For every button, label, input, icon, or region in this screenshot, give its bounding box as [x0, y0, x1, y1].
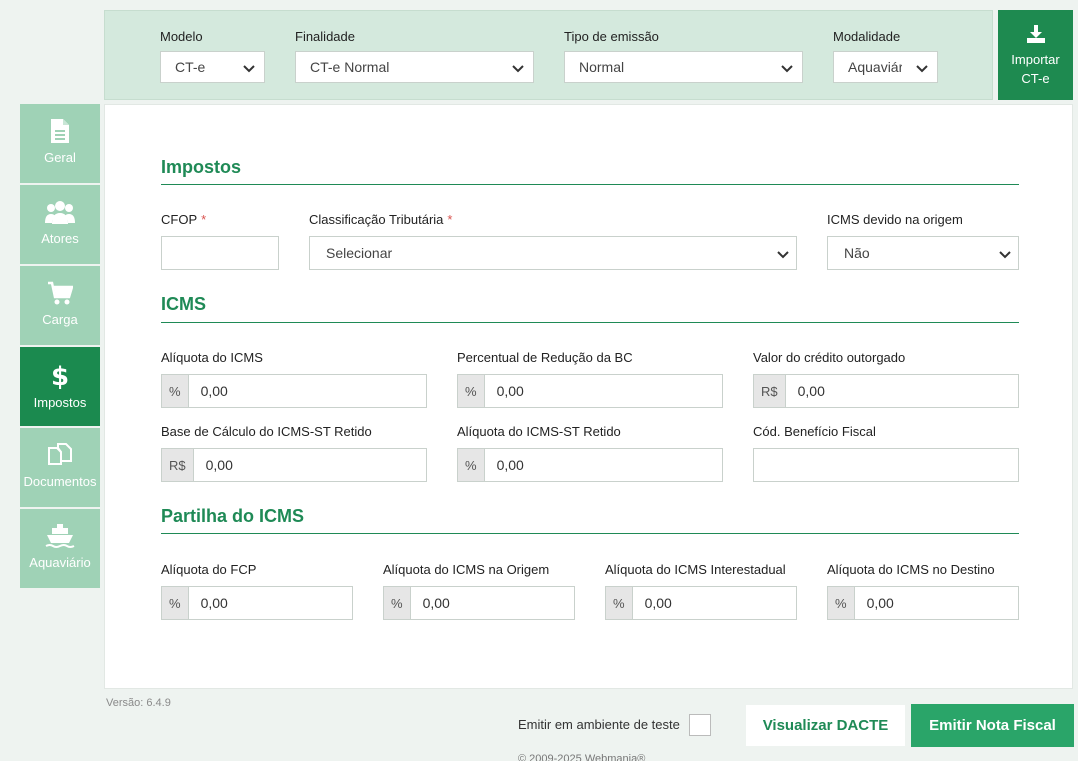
percent-addon: %	[384, 587, 411, 619]
section-divider	[161, 184, 1019, 185]
copyright-text: © 2009-2025 Webmania®	[518, 753, 646, 761]
aliquota-destino-label: Alíquota do ICMS no Destino	[827, 562, 995, 577]
aliquota-origem-label: Alíquota do ICMS na Origem	[383, 562, 550, 577]
copy-documents-icon	[48, 443, 72, 465]
percent-addon: %	[458, 375, 485, 407]
aliquota-fcp-field: Alíquota do FCP % 0,00	[161, 562, 353, 620]
icms-origem-field: ICMS devido na origem Não	[827, 212, 1019, 270]
reducao-bc-label: Percentual de Redução da BC	[457, 350, 633, 365]
aliquota-fcp-input[interactable]: % 0,00	[161, 586, 353, 620]
ship-icon	[45, 524, 75, 548]
chevron-down-icon	[777, 251, 789, 259]
percent-addon: %	[162, 587, 189, 619]
sidebar: Geral Atores Carga $ Impostos Documentos…	[20, 104, 100, 590]
users-icon	[45, 201, 75, 224]
emission-options-bar: Modelo CT-e Finalidade CT-e Normal Tipo …	[104, 10, 993, 100]
credito-outorgado-field: Valor do crédito outorgado R$ 0,00	[753, 350, 1019, 408]
chevron-down-icon	[512, 65, 524, 73]
cfop-field: CFOP *	[161, 212, 279, 270]
sidebar-item-documentos[interactable]: Documentos	[20, 428, 100, 507]
test-environment-label: Emitir em ambiente de teste	[518, 717, 680, 732]
sidebar-item-geral[interactable]: Geral	[20, 104, 100, 183]
emit-invoice-button[interactable]: Emitir Nota Fiscal	[911, 704, 1074, 747]
aliquota-fcp-label: Alíquota do FCP	[161, 562, 257, 577]
cfop-label: CFOP	[161, 212, 198, 227]
taxes-form: Impostos CFOP * Classificação Tributária *…	[104, 104, 1073, 689]
aliquota-st-retido-label: Alíquota do ICMS-ST Retido	[457, 424, 621, 439]
aliquota-origem-input[interactable]: % 0,00	[383, 586, 575, 620]
aliquota-destino-input[interactable]: % 0,00	[827, 586, 1019, 620]
base-st-retido-input[interactable]: R$ 0,00	[161, 448, 427, 482]
modelo-select[interactable]: CT-e	[160, 51, 265, 83]
aliquota-origem-field: Alíquota do ICMS na Origem % 0,00	[383, 562, 575, 620]
aliquota-icms-label: Alíquota do ICMS	[161, 350, 263, 365]
chevron-down-icon	[781, 65, 793, 73]
modalidade-select[interactable]: Aquaviário	[833, 51, 938, 83]
percent-addon: %	[458, 449, 485, 481]
finalidade-field: Finalidade CT-e Normal	[295, 29, 534, 83]
modalidade-field: Modalidade Aquaviário	[833, 29, 938, 83]
section-divider	[161, 322, 1019, 323]
beneficio-fiscal-input[interactable]	[753, 448, 1019, 482]
classificacao-select[interactable]: Selecionar	[309, 236, 797, 270]
icms-origem-label: ICMS devido na origem	[827, 212, 963, 227]
tipo-emissao-label: Tipo de emissão	[564, 29, 659, 44]
percent-addon: %	[828, 587, 855, 619]
view-dacte-button[interactable]: Visualizar DACTE	[745, 704, 906, 747]
download-icon	[1026, 25, 1045, 43]
chevron-down-icon	[243, 65, 255, 73]
beneficio-fiscal-label: Cód. Benefício Fiscal	[753, 424, 876, 439]
section-title-partilha: Partilha do ICMS	[161, 506, 305, 526]
sidebar-item-aquaviario[interactable]: Aquaviário	[20, 509, 100, 588]
base-st-retido-field: Base de Cálculo do ICMS-ST Retido R$ 0,00	[161, 424, 427, 482]
credito-outorgado-label: Valor do crédito outorgado	[753, 350, 906, 365]
classificacao-field: Classificação Tributária * Selecionar	[309, 212, 797, 270]
required-marker: *	[447, 212, 453, 227]
dollar-icon: $	[51, 362, 69, 389]
import-cte-button[interactable]: Importar CT-e	[998, 10, 1073, 100]
aliquota-interestadual-field: Alíquota do ICMS Interestadual % 0,00	[605, 562, 797, 620]
aliquota-st-retido-field: Alíquota do ICMS-ST Retido % 0,00	[457, 424, 723, 482]
aliquota-st-retido-input[interactable]: % 0,00	[457, 448, 723, 482]
document-icon	[51, 119, 69, 143]
svg-text:$: $	[51, 362, 69, 389]
tipo-emissao-select[interactable]: Normal	[564, 51, 803, 83]
aliquota-destino-field: Alíquota do ICMS no Destino % 0,00	[827, 562, 1019, 620]
section-divider	[161, 533, 1019, 534]
required-marker: *	[201, 212, 207, 227]
cfop-input[interactable]	[161, 236, 279, 270]
chevron-down-icon	[999, 251, 1011, 259]
currency-addon: R$	[754, 375, 786, 407]
finalidade-label: Finalidade	[295, 29, 355, 44]
aliquota-icms-input[interactable]: % 0,00	[161, 374, 427, 408]
beneficio-fiscal-field: Cód. Benefício Fiscal	[753, 424, 1019, 482]
aliquota-icms-field: Alíquota do ICMS % 0,00	[161, 350, 427, 408]
version-text: Versão: 6.4.9	[106, 697, 171, 709]
sidebar-item-impostos[interactable]: $ Impostos	[20, 347, 100, 426]
section-title-icms: ICMS	[161, 294, 206, 314]
percent-addon: %	[162, 375, 189, 407]
chevron-down-icon	[916, 65, 928, 73]
credito-outorgado-input[interactable]: R$ 0,00	[753, 374, 1019, 408]
base-st-retido-label: Base de Cálculo do ICMS-ST Retido	[161, 424, 372, 439]
cart-icon	[48, 281, 73, 305]
percent-addon: %	[606, 587, 633, 619]
reducao-bc-input[interactable]: % 0,00	[457, 374, 723, 408]
aliquota-interestadual-input[interactable]: % 0,00	[605, 586, 797, 620]
modelo-label: Modelo	[160, 29, 203, 44]
classificacao-label: Classificação Tributária	[309, 212, 444, 227]
finalidade-select[interactable]: CT-e Normal	[295, 51, 534, 83]
tipo-emissao-field: Tipo de emissão Normal	[564, 29, 803, 83]
sidebar-item-atores[interactable]: Atores	[20, 185, 100, 264]
aliquota-interestadual-label: Alíquota do ICMS Interestadual	[605, 562, 786, 577]
modelo-field: Modelo CT-e	[160, 29, 265, 83]
icms-origem-select[interactable]: Não	[827, 236, 1019, 270]
sidebar-item-carga[interactable]: Carga	[20, 266, 100, 345]
test-environment-checkbox[interactable]	[689, 714, 711, 736]
modalidade-label: Modalidade	[833, 29, 901, 44]
currency-addon: R$	[162, 449, 194, 481]
section-title-impostos: Impostos	[161, 157, 242, 177]
reducao-bc-field: Percentual de Redução da BC % 0,00	[457, 350, 723, 408]
